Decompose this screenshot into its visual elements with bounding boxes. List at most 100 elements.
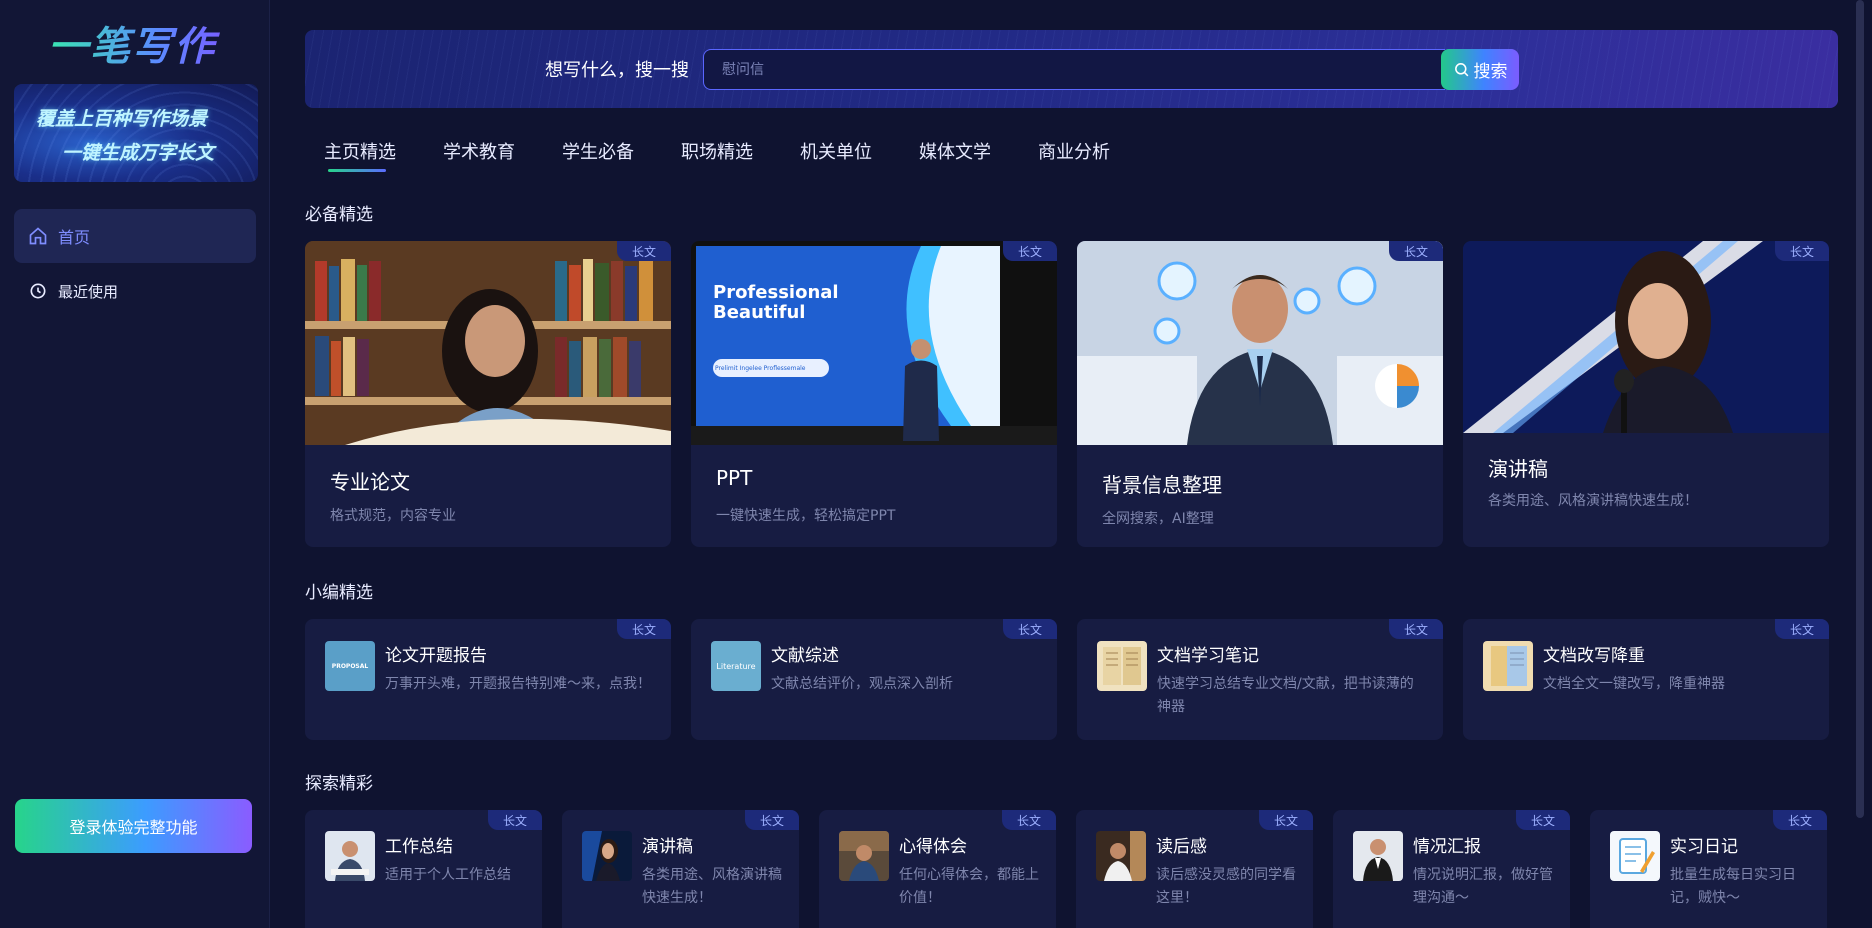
long-text-tag: 长文 bbox=[1773, 810, 1827, 830]
promo-banner[interactable]: 覆盖上百种写作场景 一键生成万字长文 bbox=[14, 84, 258, 182]
editor-card-literature-review[interactable]: Literature 长文 文献综述 文献总结评价，观点深入剖析 bbox=[691, 619, 1057, 740]
featured-card-speech[interactable]: 长文 演讲稿 各类用途、风格演讲稿快速生成！ bbox=[1463, 241, 1829, 547]
reflection-thumbnail bbox=[839, 831, 889, 881]
sidebar: 一笔写作 覆盖上百种写作场景 一键生成万字长文 首页 最近使用 登录体验完整功能 bbox=[0, 0, 270, 928]
document-notes-thumbnail bbox=[1097, 641, 1147, 691]
long-text-tag: 长文 bbox=[1003, 241, 1057, 261]
card-title: 论文开题报告 bbox=[385, 646, 487, 666]
card-title: 专业论文 bbox=[330, 470, 410, 494]
tab-workplace[interactable]: 职场精选 bbox=[681, 138, 753, 172]
card-title: 演讲稿 bbox=[1488, 457, 1548, 481]
card-desc: 任何心得体会，都能上价值！ bbox=[899, 867, 1039, 906]
explore-card-status-report[interactable]: 长文 情况汇报 情况说明汇报，做好管理沟通～ bbox=[1333, 810, 1570, 928]
sidebar-item-recent[interactable]: 最近使用 bbox=[14, 264, 256, 318]
editor-card-study-notes[interactable]: 长文 文档学习笔记 快速学习总结专业文档/文献，把书读薄的神器 bbox=[1077, 619, 1443, 740]
main-content: 想写什么，搜一搜 搜索 主页精选 学术教育 学生必备 职场精选 机关单位 媒体文… bbox=[270, 0, 1872, 928]
card-desc: 各类用途、风格演讲稿快速生成！ bbox=[642, 867, 782, 906]
literature-thumbnail: Literature bbox=[711, 641, 761, 691]
category-tabs: 主页精选 学术教育 学生必备 职场精选 机关单位 媒体文学 商业分析 bbox=[324, 138, 1157, 172]
slide-button-text: Prelimit Ingelee Proflessemale bbox=[715, 365, 806, 372]
card-desc: 适用于个人工作总结 bbox=[385, 867, 511, 883]
card-title: 背景信息整理 bbox=[1102, 473, 1222, 497]
slide-title: Professional Beautiful bbox=[713, 282, 839, 323]
work-summary-thumbnail bbox=[325, 831, 375, 881]
card-desc: 格式规范，内容专业 bbox=[330, 508, 456, 524]
card-desc: 全网搜索，AI整理 bbox=[1102, 511, 1214, 527]
document-rewrite-thumbnail bbox=[1483, 641, 1533, 691]
search-icon bbox=[1454, 63, 1468, 77]
app-logo[interactable]: 一笔写作 bbox=[48, 14, 228, 70]
card-title: 工作总结 bbox=[385, 837, 453, 857]
long-text-tag: 长文 bbox=[1775, 241, 1829, 261]
intern-diary-thumbnail bbox=[1610, 831, 1660, 881]
explore-card-book-review[interactable]: 长文 读后感 读后感没灵感的同学看这里！ bbox=[1076, 810, 1313, 928]
search-panel: 想写什么，搜一搜 搜索 bbox=[305, 30, 1838, 108]
speech-thumbnail bbox=[582, 831, 632, 881]
banner-line-1: 覆盖上百种写作场景 bbox=[36, 108, 208, 130]
sidebar-item-label: 最近使用 bbox=[58, 282, 119, 301]
explore-card-reflection[interactable]: 长文 心得体会 任何心得体会，都能上价值！ bbox=[819, 810, 1056, 928]
long-text-tag: 长文 bbox=[1003, 619, 1057, 639]
tab-business[interactable]: 商业分析 bbox=[1038, 138, 1110, 172]
long-text-tag: 长文 bbox=[1389, 241, 1443, 261]
long-text-tag: 长文 bbox=[1259, 810, 1313, 830]
sidebar-item-home[interactable]: 首页 bbox=[14, 209, 256, 263]
search-label: 想写什么，搜一搜 bbox=[545, 60, 689, 81]
card-desc: 读后感没灵感的同学看这里！ bbox=[1156, 867, 1296, 906]
status-report-thumbnail bbox=[1353, 831, 1403, 881]
card-desc: 文档全文一键改写，降重神器 bbox=[1543, 676, 1725, 692]
long-text-tag: 长文 bbox=[617, 241, 671, 261]
tab-student[interactable]: 学生必备 bbox=[562, 138, 634, 172]
card-title: PPT bbox=[716, 466, 753, 490]
card-title: 演讲稿 bbox=[642, 837, 693, 857]
login-button[interactable]: 登录体验完整功能 bbox=[15, 799, 252, 853]
tab-home-featured[interactable]: 主页精选 bbox=[324, 138, 396, 172]
card-title: 文献综述 bbox=[771, 646, 839, 666]
page-scrollbar[interactable] bbox=[1856, 0, 1864, 818]
explore-card-speech[interactable]: 长文 演讲稿 各类用途、风格演讲稿快速生成！ bbox=[562, 810, 799, 928]
tab-academic[interactable]: 学术教育 bbox=[443, 138, 515, 172]
speaker-microphone-image bbox=[1463, 241, 1829, 433]
editor-card-rewrite[interactable]: 长文 文档改写降重 文档全文一键改写，降重神器 bbox=[1463, 619, 1829, 740]
long-text-tag: 长文 bbox=[1002, 810, 1056, 830]
tab-media[interactable]: 媒体文学 bbox=[919, 138, 991, 172]
featured-card-thesis[interactable]: 长文 专业论文 格式规范，内容专业 bbox=[305, 241, 671, 547]
proposal-thumbnail: PROPOSAL bbox=[325, 641, 375, 691]
card-desc: 万事开头难，开题报告特别难～来，点我！ bbox=[385, 676, 651, 692]
explore-card-intern-diary[interactable]: 长文 实习日记 批量生成每日实习日记，贼快～ bbox=[1590, 810, 1827, 928]
long-text-tag: 长文 bbox=[1516, 810, 1570, 830]
card-desc: 一键快速生成，轻松搞定PPT bbox=[716, 508, 896, 524]
student-reading-image bbox=[305, 241, 671, 445]
card-desc: 文献总结评价，观点深入剖析 bbox=[771, 676, 953, 692]
long-text-tag: 长文 bbox=[1389, 619, 1443, 639]
search-button[interactable]: 搜索 bbox=[1441, 49, 1519, 90]
card-title: 读后感 bbox=[1156, 837, 1207, 857]
long-text-tag: 长文 bbox=[745, 810, 799, 830]
businessman-data-image bbox=[1077, 241, 1443, 445]
book-review-thumbnail bbox=[1096, 831, 1146, 881]
card-desc: 各类用途、风格演讲稿快速生成！ bbox=[1488, 493, 1698, 509]
card-title: 文档学习笔记 bbox=[1157, 646, 1259, 666]
presenter-slide-image bbox=[691, 241, 1057, 445]
sidebar-item-label: 首页 bbox=[58, 228, 91, 247]
featured-card-background-info[interactable]: 长文 背景信息整理 全网搜索，AI整理 bbox=[1077, 241, 1443, 547]
card-title: 心得体会 bbox=[899, 837, 967, 857]
tab-government[interactable]: 机关单位 bbox=[800, 138, 872, 172]
card-title: 实习日记 bbox=[1670, 837, 1738, 857]
explore-card-work-summary[interactable]: 长文 工作总结 适用于个人工作总结 bbox=[305, 810, 542, 928]
card-desc: 快速学习总结专业文档/文献，把书读薄的神器 bbox=[1157, 676, 1414, 715]
section-title-explore: 探索精彩 bbox=[305, 774, 373, 794]
section-title-featured: 必备精选 bbox=[305, 205, 373, 225]
featured-card-ppt[interactable]: Professional Beautiful Prelimit Ingelee … bbox=[691, 241, 1057, 547]
home-icon bbox=[29, 227, 47, 245]
clock-icon bbox=[30, 283, 46, 299]
editor-card-proposal[interactable]: PROPOSAL 长文 论文开题报告 万事开头难，开题报告特别难～来，点我！ bbox=[305, 619, 671, 740]
long-text-tag: 长文 bbox=[1775, 619, 1829, 639]
card-desc: 批量生成每日实习日记，贼快～ bbox=[1670, 867, 1796, 906]
card-desc: 情况说明汇报，做好管理沟通～ bbox=[1413, 867, 1553, 906]
long-text-tag: 长文 bbox=[488, 810, 542, 830]
search-input[interactable] bbox=[703, 49, 1445, 90]
banner-line-2: 一键生成万字长文 bbox=[62, 142, 215, 164]
card-title: 文档改写降重 bbox=[1543, 646, 1645, 666]
section-title-editor-picks: 小编精选 bbox=[305, 583, 373, 603]
